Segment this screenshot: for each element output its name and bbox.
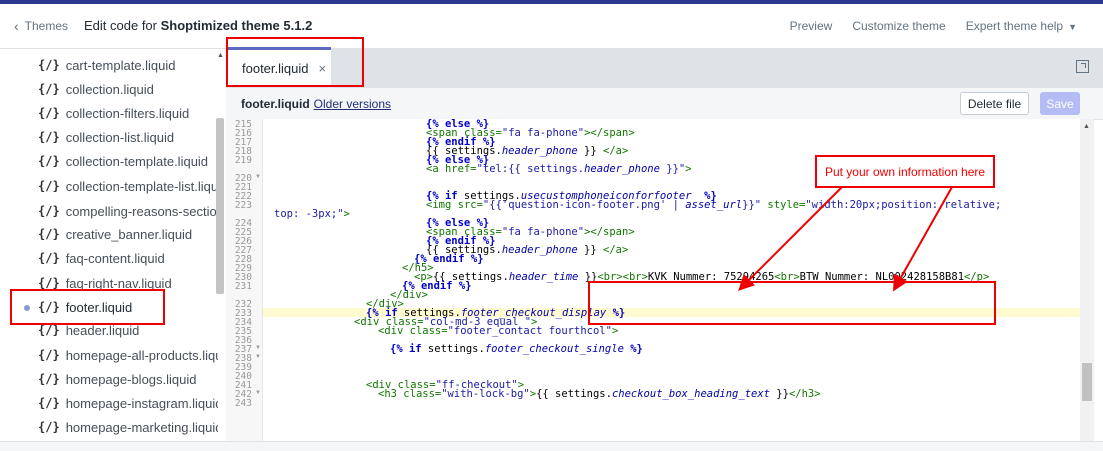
arrow-left	[738, 186, 843, 291]
arrow-right	[893, 186, 953, 292]
annotation-arrows	[738, 186, 953, 292]
